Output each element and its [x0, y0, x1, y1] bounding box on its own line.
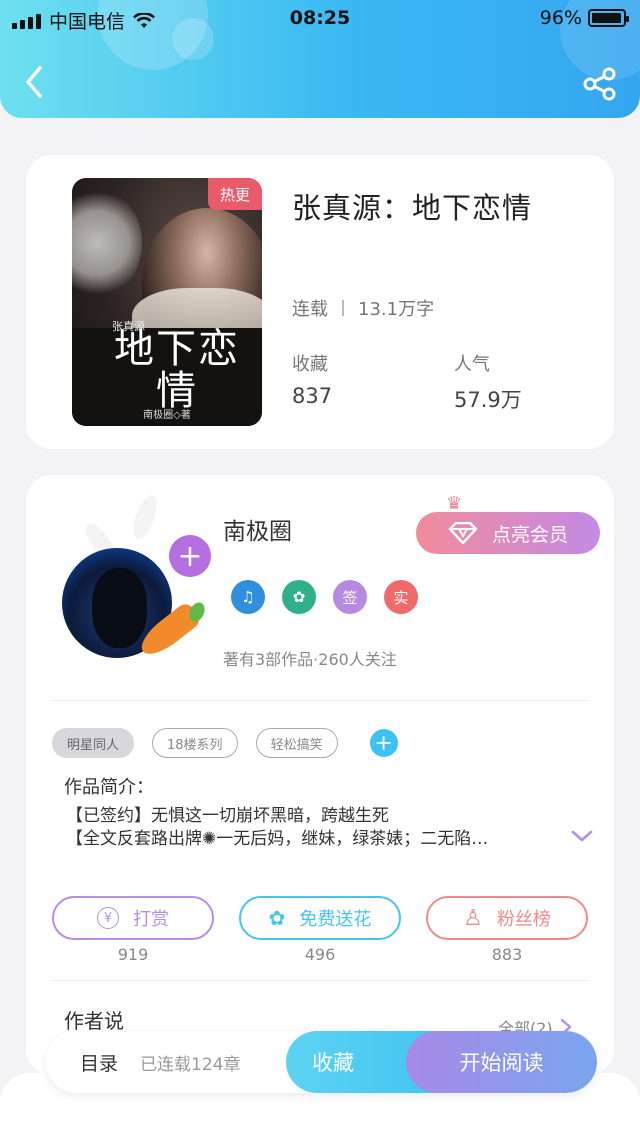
vip-button-label: 点亮会员 [491, 523, 568, 546]
tag-chip[interactable]: 18楼系列 [152, 728, 238, 758]
intro-line: 【已签约】无惧这一切崩坏黑暗，跨越生死 [66, 806, 389, 826]
yen-icon: ¥ [97, 907, 119, 929]
author-say-heading: 作者说 [64, 1009, 124, 1033]
add-tag-button[interactable]: + [369, 729, 398, 757]
battery-icon [588, 9, 629, 27]
author-name[interactable]: 南极圈 [223, 512, 292, 546]
intro-text: 【已签约】无惧这一切崩坏黑暗，跨越生死 【全文反套路出牌✺一无后妈，继妹，绿茶婊… [66, 805, 546, 851]
divider [52, 700, 588, 701]
fan-user-icon: ♙ [463, 905, 483, 931]
works-summary: 著有3部作品·260人关注 [223, 650, 397, 669]
tag-chip[interactable]: 明星同人 [52, 728, 135, 758]
serial-status: 连载 [292, 299, 328, 320]
tip-button[interactable]: ¥ 打赏 [52, 896, 214, 940]
author-badges: ♫ ✿ 签 实 [231, 580, 418, 614]
send-flower-button[interactable]: ✿ 免费送花 [239, 896, 401, 940]
flower-badge-icon: ✿ [282, 580, 316, 614]
intro-line: 【全文反套路出牌✺一无后妈，继妹，绿茶婊；二无陷… [66, 829, 489, 849]
start-reading-button[interactable]: 开始阅读 [406, 1031, 597, 1093]
word-count: 13.1万字 [358, 299, 435, 320]
plus-icon: + [374, 730, 393, 756]
book-status-line: 连载 13.1万字 [292, 295, 434, 321]
status-bar: 中国电信 08:25 96% [0, 0, 640, 36]
verified-badge-icon: 实 [384, 580, 418, 614]
toc-button[interactable]: 目录 [80, 1049, 118, 1076]
fan-ranking-button[interactable]: ♙ 粉丝榜 [426, 896, 588, 940]
plus-icon: + [177, 538, 203, 574]
collect-button-label: 收藏 [312, 1051, 354, 1075]
expand-intro-button[interactable] [570, 827, 594, 845]
cover-author: 南极圈◇著 [143, 410, 191, 421]
send-flower-button-label: 免费送花 [299, 909, 372, 930]
tip-count: 919 [117, 945, 149, 964]
tag-chip[interactable]: 轻松搞笑 [255, 728, 338, 758]
tip-button-label: 打赏 [133, 909, 169, 930]
music-badge-icon: ♫ [231, 580, 265, 614]
intro-heading: 作品简介： [64, 777, 154, 798]
favorites-label: 收藏 [292, 354, 328, 375]
chevron-left-icon [26, 66, 42, 98]
vip-button[interactable]: 点亮会员 [416, 512, 600, 554]
book-cover[interactable]: 张真源 地下恋情 南极圈◇著 热更 [72, 178, 262, 426]
share-button[interactable] [580, 66, 620, 102]
chevron-down-icon [571, 830, 593, 842]
author-avatar[interactable]: + [54, 487, 214, 662]
start-reading-label: 开始阅读 [459, 1051, 544, 1075]
crown-icon: ♛ [446, 493, 463, 514]
share-icon [583, 67, 616, 101]
popularity-stat: 人气 57.9万 [454, 350, 522, 414]
header: 中国电信 08:25 96% [0, 0, 640, 118]
hot-update-badge: 热更 [208, 178, 262, 210]
flower-icon: ✿ [268, 906, 286, 930]
flower-count: 496 [304, 945, 336, 964]
favorites-value: 837 [292, 384, 333, 408]
popularity-value: 57.9万 [454, 388, 522, 412]
battery-percent: 96% [539, 7, 582, 29]
bottom-action-bar: 目录 已连载124章 收藏 开始阅读 [46, 1031, 597, 1093]
divider [342, 300, 344, 316]
back-button[interactable] [20, 62, 50, 102]
divider [52, 980, 588, 981]
fan-ranking-button-label: 粉丝榜 [496, 909, 551, 930]
book-title: 张真源：地下恋情 [292, 191, 533, 225]
fan-count: 883 [491, 945, 523, 964]
author-card: + 南极圈 ♛ 点亮会员 ♫ ✿ 签 实 著有3部作品·260人关注 明星同人 … [26, 475, 614, 1075]
tag-list: 明星同人 18楼系列 轻松搞笑 + [52, 728, 398, 758]
diamond-icon [448, 522, 478, 544]
bunny-ear-icon [123, 487, 167, 547]
cover-title: 地下恋情 [114, 326, 240, 414]
cover-art [72, 188, 142, 298]
book-info-card: 张真源 地下恋情 南极圈◇著 热更 张真源：地下恋情 连载 13.1万字 收藏 … [26, 155, 614, 449]
follow-plus-button[interactable]: + [169, 535, 211, 577]
chapter-count: 已连载124章 [140, 1055, 241, 1075]
signed-badge-icon: 签 [333, 580, 367, 614]
favorites-stat: 收藏 837 [292, 350, 332, 408]
popularity-label: 人气 [454, 354, 490, 375]
